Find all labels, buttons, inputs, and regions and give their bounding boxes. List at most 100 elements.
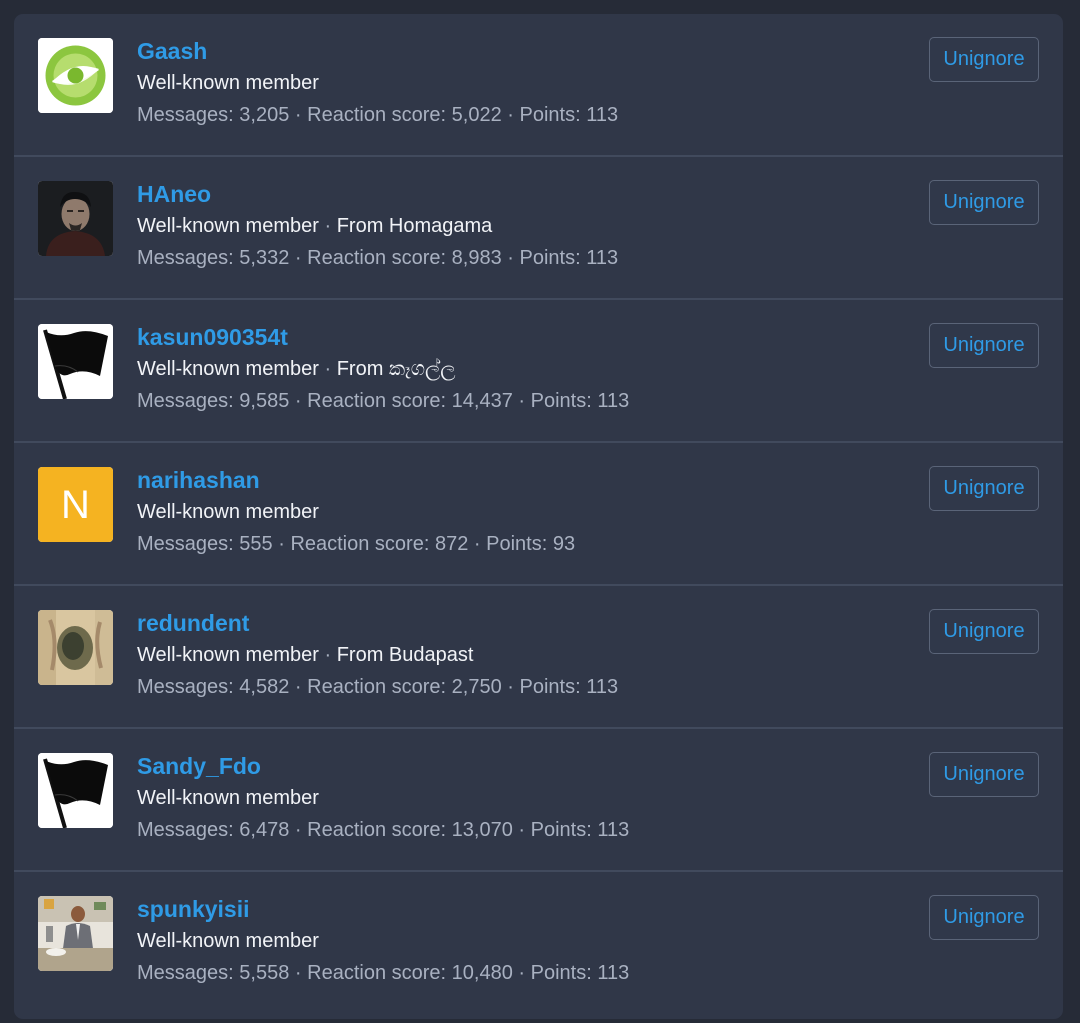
reaction-label: Reaction score: xyxy=(307,962,447,984)
unignore-button[interactable]: Unignore xyxy=(929,609,1039,654)
username-link[interactable]: narihashan xyxy=(137,465,913,495)
member-location: From Homagama xyxy=(336,215,493,237)
avatar[interactable] xyxy=(38,753,113,828)
points-count: 93 xyxy=(552,533,576,555)
reaction-label: Reaction score: xyxy=(307,390,447,412)
messages-label: Messages: xyxy=(137,390,234,412)
messages-count: 555 xyxy=(239,533,273,555)
member-title: Well-known member xyxy=(137,501,319,523)
member-info: kasun090354t Well-known member · From කෑ… xyxy=(137,322,913,415)
points-count: 113 xyxy=(597,390,630,412)
reaction-score: 2,750 xyxy=(451,676,502,698)
unignore-button[interactable]: Unignore xyxy=(929,466,1039,511)
messages-count: 5,332 xyxy=(239,247,290,269)
member-blurb: Well-known member · From Homagama xyxy=(137,212,913,240)
separator-dot: · xyxy=(289,676,308,698)
username-link[interactable]: kasun090354t xyxy=(137,322,913,352)
member-row-gaash: Gaash Well-known member Messages: 3,205 … xyxy=(14,14,1063,157)
messages-label: Messages: xyxy=(137,247,234,269)
messages-count: 4,582 xyxy=(239,676,290,698)
separator-dot: · xyxy=(501,104,520,126)
messages-count: 3,205 xyxy=(239,104,290,126)
painting-photo-icon xyxy=(38,610,113,685)
member-location: From කෑගල්ල xyxy=(336,358,456,380)
points-label: Points: xyxy=(519,247,581,269)
member-stats: Messages: 4,582 · Reaction score: 2,750 … xyxy=(137,673,913,701)
black-flag-icon xyxy=(38,324,113,399)
member-blurb: Well-known member xyxy=(137,784,913,812)
member-row-haneo: HAneo Well-known member · From Homagama … xyxy=(14,157,1063,300)
messages-count: 6,478 xyxy=(239,819,290,841)
reaction-label: Reaction score: xyxy=(290,533,430,555)
member-blurb: Well-known member · From Budapast xyxy=(137,641,913,669)
member-title: Well-known member xyxy=(137,358,319,380)
points-label: Points: xyxy=(530,819,592,841)
member-row-kasun090354t: kasun090354t Well-known member · From කෑ… xyxy=(14,300,1063,443)
green-circle-logo-icon xyxy=(38,38,113,113)
reaction-score: 5,022 xyxy=(451,104,502,126)
messages-label: Messages: xyxy=(137,962,234,984)
separator-dot: · xyxy=(289,819,308,841)
separator-dot: · xyxy=(272,533,291,555)
separator-dot: · xyxy=(289,247,308,269)
letter-avatar-icon: N xyxy=(38,467,113,542)
avatar[interactable]: N xyxy=(38,467,113,542)
messages-label: Messages: xyxy=(137,819,234,841)
points-count: 113 xyxy=(597,819,630,841)
username-link[interactable]: Sandy_Fdo xyxy=(137,751,913,781)
member-stats: Messages: 6,478 · Reaction score: 13,070… xyxy=(137,816,913,844)
member-title: Well-known member xyxy=(137,787,319,809)
member-title: Well-known member xyxy=(137,215,319,237)
ignored-members-list: Gaash Well-known member Messages: 3,205 … xyxy=(14,14,1063,1019)
unignore-button[interactable]: Unignore xyxy=(929,752,1039,797)
reaction-score: 872 xyxy=(434,533,469,555)
avatar[interactable] xyxy=(38,181,113,256)
points-count: 113 xyxy=(586,104,619,126)
unignore-button[interactable]: Unignore xyxy=(929,37,1039,82)
reaction-label: Reaction score: xyxy=(307,247,447,269)
reaction-label: Reaction score: xyxy=(307,676,447,698)
separator-dot: · xyxy=(318,215,337,237)
reaction-score: 10,480 xyxy=(451,962,513,984)
member-stats: Messages: 3,205 · Reaction score: 5,022 … xyxy=(137,101,913,129)
unignore-button[interactable]: Unignore xyxy=(929,180,1039,225)
member-location: From Budapast xyxy=(336,644,474,666)
separator-dot: · xyxy=(289,104,308,126)
separator-dot: · xyxy=(501,247,520,269)
points-label: Points: xyxy=(530,962,592,984)
avatar[interactable] xyxy=(38,896,113,971)
points-label: Points: xyxy=(519,104,581,126)
points-count: 113 xyxy=(597,962,630,984)
member-info: spunkyisii Well-known member Messages: 5… xyxy=(137,894,913,987)
avatar[interactable] xyxy=(38,324,113,399)
points-count: 113 xyxy=(586,247,619,269)
member-blurb: Well-known member xyxy=(137,927,913,955)
location-wrap: · From කෑගල්ල xyxy=(319,358,456,380)
points-label: Points: xyxy=(486,533,548,555)
member-info: HAneo Well-known member · From Homagama … xyxy=(137,179,913,272)
username-link[interactable]: redundent xyxy=(137,608,913,638)
location-wrap: · From Budapast xyxy=(318,644,474,666)
separator-dot: · xyxy=(318,644,337,666)
messages-label: Messages: xyxy=(137,533,234,555)
location-wrap: · From Homagama xyxy=(319,215,492,237)
member-blurb: Well-known member · From කෑගල්ල xyxy=(137,355,913,383)
username-link[interactable]: HAneo xyxy=(137,179,913,209)
messages-count: 9,585 xyxy=(239,390,290,412)
unignore-button[interactable]: Unignore xyxy=(929,895,1039,940)
messages-label: Messages: xyxy=(137,104,234,126)
username-link[interactable]: spunkyisii xyxy=(137,894,913,924)
separator-dot: · xyxy=(512,962,531,984)
avatar[interactable] xyxy=(38,610,113,685)
avatar[interactable] xyxy=(38,38,113,113)
username-link[interactable]: Gaash xyxy=(137,36,913,66)
messages-count: 5,558 xyxy=(239,962,290,984)
reaction-score: 14,437 xyxy=(451,390,513,412)
points-label: Points: xyxy=(519,676,581,698)
member-stats: Messages: 5,332 · Reaction score: 8,983 … xyxy=(137,244,913,272)
separator-dot: · xyxy=(512,819,531,841)
unignore-button[interactable]: Unignore xyxy=(929,323,1039,368)
black-flag-icon xyxy=(38,753,113,828)
separator-dot: · xyxy=(468,533,487,555)
points-label: Points: xyxy=(530,390,592,412)
